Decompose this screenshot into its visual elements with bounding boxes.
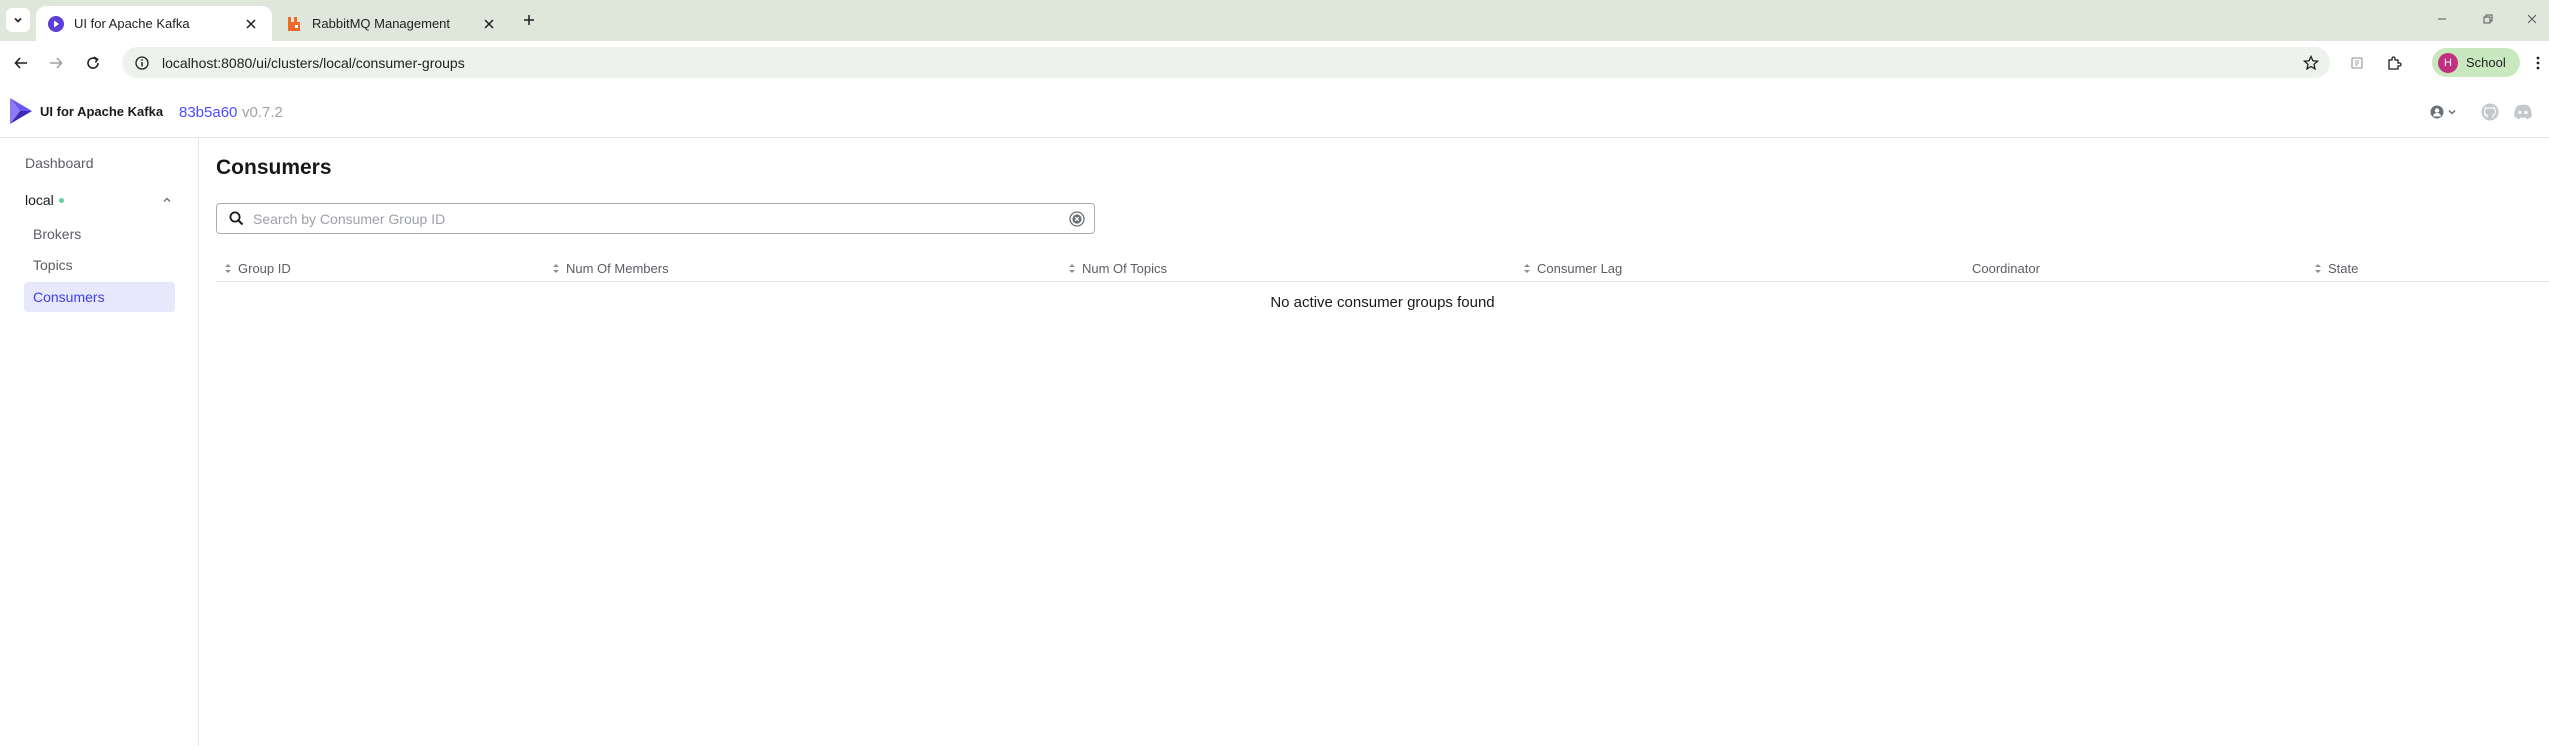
column-header-group-id[interactable]: Group ID	[223, 254, 291, 282]
profile-button[interactable]: H School	[2432, 48, 2520, 77]
column-label: Coordinator	[1972, 260, 2040, 276]
cluster-status-dot	[58, 197, 64, 203]
back-button[interactable]	[8, 50, 34, 76]
column-label: State	[2328, 260, 2359, 276]
close-circle-icon	[1069, 210, 1085, 227]
search-icon	[228, 211, 244, 227]
reading-mode-icon	[2351, 57, 2363, 69]
close-icon	[2527, 14, 2537, 24]
browser-tab-rabbitmq[interactable]: RabbitMQ Management	[274, 6, 510, 41]
sidebar-item-dashboard[interactable]: Dashboard	[25, 148, 94, 178]
chevron-up-icon	[163, 197, 171, 202]
collapse-cluster-button[interactable]	[159, 192, 175, 208]
arrow-right-icon	[50, 57, 63, 69]
column-header-consumer-lag[interactable]: Consumer Lag	[1522, 254, 1622, 282]
chevron-down-icon	[14, 17, 22, 23]
restore-icon	[2483, 14, 2493, 24]
sort-icon	[1522, 262, 1532, 274]
tab-title: UI for Apache Kafka	[74, 16, 190, 31]
clear-search-button[interactable]	[1068, 210, 1086, 228]
chevron-down-icon	[2447, 109, 2456, 115]
close-tab-button[interactable]	[478, 13, 500, 35]
search-input[interactable]	[253, 210, 1068, 227]
kafka-ui-icon	[48, 15, 64, 32]
avatar: H	[2438, 52, 2458, 73]
search-box	[216, 203, 1095, 234]
sidebar-cluster-local[interactable]: local	[25, 186, 175, 214]
close-tab-button[interactable]	[240, 13, 262, 35]
sidebar-item-topics[interactable]: Topics	[24, 250, 175, 280]
sort-icon	[551, 262, 561, 274]
github-icon	[2481, 103, 2499, 121]
new-tab-button[interactable]	[518, 9, 540, 31]
plus-icon	[524, 15, 534, 25]
star-icon	[2303, 54, 2319, 70]
discord-icon	[2514, 104, 2532, 120]
reload-icon	[87, 56, 99, 69]
consumer-groups-table: Group ID Num Of Members Num Of Topics Co…	[216, 254, 2549, 311]
column-label: Group ID	[238, 260, 291, 276]
column-header-num-members[interactable]: Num Of Members	[551, 254, 669, 282]
browser-tab-kafka[interactable]: UI for Apache Kafka	[36, 6, 272, 41]
forward-button[interactable]	[43, 50, 69, 76]
tab-title: RabbitMQ Management	[312, 16, 451, 31]
bookmark-button[interactable]	[2298, 50, 2324, 76]
close-window-button[interactable]	[2518, 8, 2546, 30]
rabbitmq-icon	[288, 16, 300, 31]
browser-toolbar: localhost:8080/ui/clusters/local/consume…	[0, 41, 2549, 84]
url-text: localhost:8080/ui/clusters/local/consume…	[162, 54, 465, 71]
column-header-coordinator: Coordinator	[1972, 254, 2040, 282]
column-header-num-topics[interactable]: Num Of Topics	[1067, 254, 1167, 282]
table-header: Group ID Num Of Members Num Of Topics Co…	[216, 254, 2549, 282]
minimize-icon	[2438, 18, 2446, 20]
sidebar-item-brokers[interactable]: Brokers	[24, 219, 175, 249]
info-icon	[135, 55, 149, 70]
address-bar[interactable]: localhost:8080/ui/clusters/local/consume…	[122, 47, 2330, 78]
sidebar-item-consumers[interactable]: Consumers	[24, 282, 175, 312]
app-header: UI for Apache Kafka 83b5a60 v0.7.2	[0, 84, 2549, 138]
more-vertical-icon	[2536, 56, 2540, 70]
cluster-name: local	[25, 192, 54, 208]
close-icon	[246, 18, 256, 29]
empty-state-message: No active consumer groups found	[1270, 294, 1495, 311]
user-icon	[2430, 105, 2443, 119]
brand-name[interactable]: UI for Apache Kafka	[40, 104, 163, 119]
column-header-state[interactable]: State	[2313, 254, 2358, 282]
version-number: v0.7.2	[242, 104, 283, 121]
minimize-button[interactable]	[2428, 8, 2456, 30]
browser-menu-button[interactable]	[2528, 50, 2548, 76]
close-icon	[484, 18, 494, 29]
sort-icon	[223, 262, 233, 274]
sort-icon	[2313, 262, 2323, 274]
reading-mode-button[interactable]	[2344, 50, 2370, 76]
page-title: Consumers	[216, 156, 332, 179]
extensions-button[interactable]	[2381, 50, 2407, 76]
profile-name: School	[2466, 55, 2506, 70]
reload-button[interactable]	[80, 50, 106, 76]
column-label: Consumer Lag	[1537, 260, 1623, 276]
sort-icon	[1067, 262, 1077, 274]
kafka-ui-logo-icon[interactable]	[8, 96, 34, 126]
puzzle-icon	[2388, 56, 2402, 70]
browser-tab-strip: UI for Apache Kafka RabbitMQ Management	[0, 0, 2549, 41]
tab-search-button[interactable]	[6, 8, 30, 32]
arrow-left-icon	[14, 57, 27, 69]
column-label: Num Of Members	[566, 260, 669, 276]
column-label: Num Of Topics	[1082, 260, 1168, 276]
user-menu-button[interactable]	[2428, 102, 2458, 122]
discord-link[interactable]	[2512, 102, 2534, 122]
github-link[interactable]	[2480, 102, 2500, 122]
restore-button[interactable]	[2474, 8, 2502, 30]
version-hash-link[interactable]: 83b5a60	[179, 104, 237, 121]
site-info-button[interactable]	[132, 53, 152, 73]
